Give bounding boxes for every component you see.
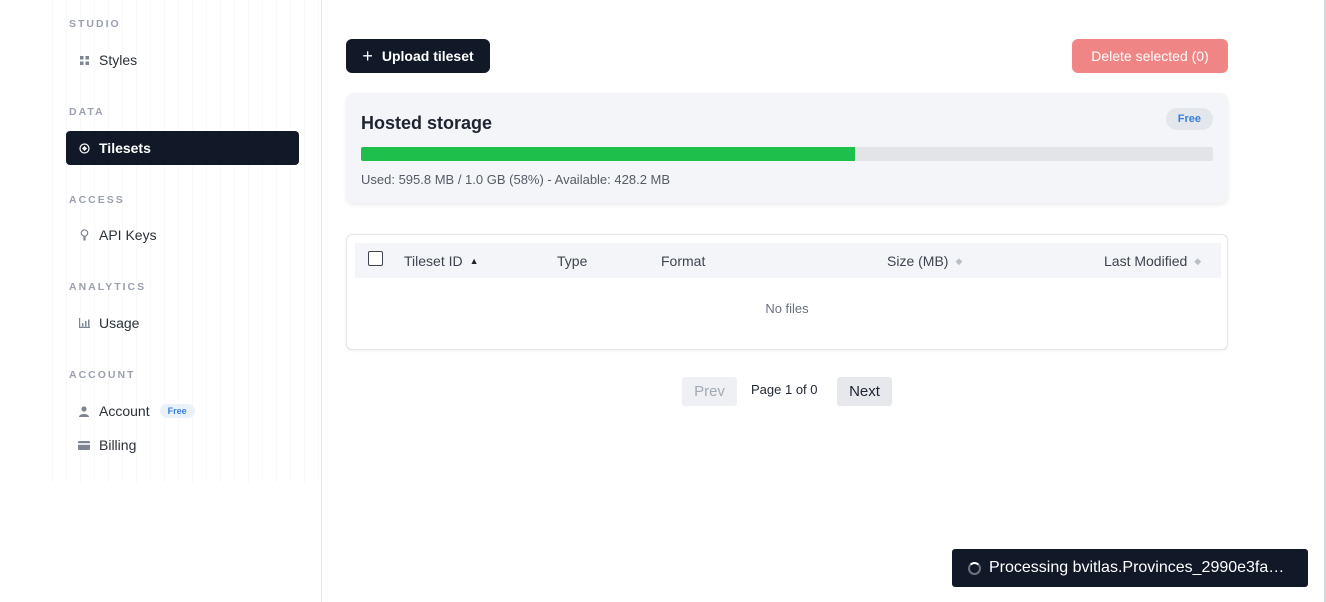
section-label-data: DATA (69, 106, 105, 118)
key-icon (78, 229, 90, 241)
section-label-account: ACCOUNT (69, 369, 136, 381)
sidebar-item-account[interactable]: Account Free (66, 394, 299, 428)
section-label-access: ACCESS (69, 194, 125, 206)
page-indicator: Page 1 of 0 (751, 382, 818, 397)
storage-title: Hosted storage (361, 113, 493, 133)
sidebar: STUDIO Styles DATA Tilesets ACCESS API K… (0, 0, 322, 602)
column-label: Tileset ID (404, 253, 463, 269)
upload-tileset-label: Upload tileset (381, 48, 474, 64)
upload-tileset-button[interactable]: + Upload tileset (346, 39, 490, 73)
toast-text: Processing bvitlas.Provinces_2990e3fa… (989, 559, 1285, 576)
plan-badge: Free (1165, 108, 1213, 130)
sidebar-item-label: Tilesets (99, 140, 151, 156)
prev-page-button[interactable]: Prev (682, 377, 737, 406)
grid-icon (78, 54, 90, 66)
column-header-type: Type (557, 253, 587, 269)
user-icon (78, 405, 90, 417)
column-header-size[interactable]: Size (MB) ◆ (887, 253, 962, 269)
plan-badge: Free (159, 404, 195, 418)
card-icon (78, 439, 90, 451)
tileset-icon (78, 142, 90, 154)
sort-icon: ◆ (1194, 255, 1202, 266)
next-page-button[interactable]: Next (837, 377, 892, 406)
section-label-studio: STUDIO (69, 18, 121, 30)
column-label: Size (MB) (887, 253, 949, 269)
empty-state-text: No files (765, 301, 809, 316)
table-header: Tileset ID ▲ Type Format Size (MB) ◆ Las… (355, 243, 1221, 278)
sidebar-item-api-keys[interactable]: API Keys (66, 218, 299, 252)
sort-icon: ◆ (955, 255, 963, 266)
plus-icon: + (362, 46, 373, 66)
sidebar-item-usage[interactable]: Usage (66, 306, 299, 340)
sidebar-item-label: Billing (99, 437, 137, 453)
select-all-checkbox[interactable] (368, 251, 383, 266)
column-label: Format (661, 253, 706, 269)
storage-progress-bar (361, 147, 1213, 161)
sidebar-item-label: Account (99, 403, 150, 419)
column-label: Type (557, 253, 588, 269)
sidebar-item-billing[interactable]: Billing (66, 428, 299, 462)
section-label-analytics: ANALYTICS (69, 281, 147, 293)
column-header-tileset-id[interactable]: Tileset ID ▲ (404, 253, 479, 269)
column-label: Last Modified (1104, 253, 1188, 269)
column-header-last-modified[interactable]: Last Modified ◆ (1104, 253, 1201, 269)
sidebar-item-label: Styles (99, 52, 138, 68)
column-header-format: Format (661, 253, 705, 269)
sidebar-item-label: Usage (99, 315, 140, 331)
processing-toast: Processing bvitlas.Provinces_2990e3fa… (952, 549, 1308, 587)
sort-ascending-icon: ▲ (469, 256, 479, 266)
storage-usage-text: Used: 595.8 MB / 1.0 GB (58%) - Availabl… (361, 172, 671, 187)
storage-progress-fill (361, 147, 856, 161)
delete-selected-button[interactable]: Delete selected (0) (1072, 39, 1228, 73)
chart-icon (78, 317, 90, 329)
storage-card: Hosted storage Free Used: 595.8 MB / 1.0… (346, 93, 1228, 203)
tilesets-table: Tileset ID ▲ Type Format Size (MB) ◆ Las… (346, 234, 1228, 350)
sidebar-item-styles[interactable]: Styles (66, 43, 299, 77)
spinner-icon (968, 561, 981, 575)
sidebar-item-label: API Keys (99, 227, 157, 243)
sidebar-item-tilesets[interactable]: Tilesets (66, 131, 299, 165)
